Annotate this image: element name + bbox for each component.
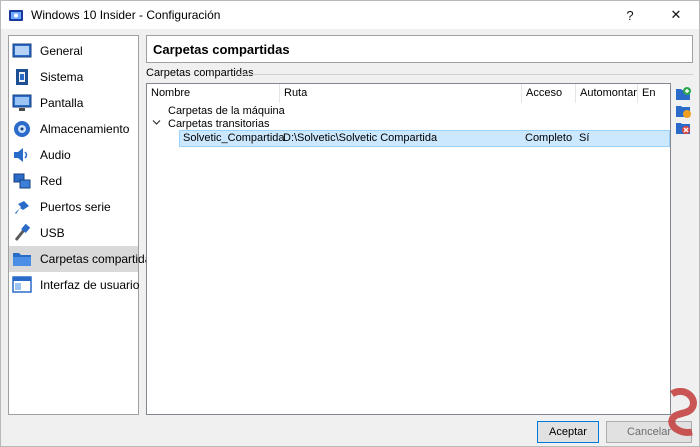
usb-icon	[14, 224, 31, 241]
serial-port-icon	[15, 201, 29, 214]
sidebar-item-almacenamiento[interactable]: Almacenamiento	[9, 116, 138, 142]
sidebar-item-label: Audio	[40, 148, 71, 162]
tree-group-machine[interactable]: Carpetas de la máquina	[168, 105, 285, 117]
sidebar-item-label: USB	[40, 226, 65, 240]
watermark-logo	[668, 388, 697, 436]
row-access: Completo	[525, 132, 573, 144]
display-monitor-icon	[12, 94, 32, 111]
edit-shared-folder-icon[interactable]	[675, 103, 691, 119]
network-icon	[13, 173, 31, 189]
sidebar-item-audio[interactable]: Audio	[9, 142, 138, 168]
sidebar-item-carpetas-compartidas[interactable]: Carpetas compartidas	[9, 246, 157, 272]
column-header-ruta[interactable]: Ruta	[280, 84, 522, 103]
column-header-en[interactable]: En	[638, 84, 670, 103]
page-header: Carpetas compartidas	[146, 35, 693, 63]
chevron-down-icon[interactable]	[152, 118, 161, 127]
sidebar-item-puertos-serie[interactable]: Puertos serie	[9, 194, 138, 220]
row-name: Solvetic_Compartida	[183, 132, 285, 144]
sidebar-item-label: Carpetas compartidas	[40, 252, 158, 266]
settings-window: Windows 10 Insider - Configuración ? ✕ G…	[0, 0, 700, 447]
remove-shared-folder-icon[interactable]	[675, 120, 691, 136]
close-button[interactable]: ✕	[653, 1, 699, 29]
sidebar-item-label: Pantalla	[40, 96, 84, 110]
group-label: Carpetas compartidas	[146, 67, 257, 79]
sidebar-item-label: Almacenamiento	[40, 122, 130, 136]
user-interface-icon	[12, 276, 32, 293]
page-title: Carpetas compartidas	[153, 42, 290, 57]
row-automount: Sí	[579, 132, 590, 144]
system-chip-icon	[16, 69, 28, 85]
column-header-nombre[interactable]: Nombre	[147, 84, 280, 103]
column-header-automontar[interactable]: Automontar	[576, 84, 638, 103]
folder-icon	[13, 253, 31, 266]
sidebar-item-pantalla[interactable]: Pantalla	[9, 90, 138, 116]
title-bar: Windows 10 Insider - Configuración ? ✕	[1, 1, 699, 29]
sidebar-item-label: Interfaz de usuario	[40, 278, 140, 292]
sidebar-item-general[interactable]: General	[9, 38, 138, 64]
sidebar-item-label: General	[40, 44, 83, 58]
sidebar-item-sistema[interactable]: Sistema	[9, 64, 138, 90]
add-shared-folder-icon[interactable]	[675, 86, 691, 102]
column-header-acceso[interactable]: Acceso	[522, 84, 576, 103]
sidebar-item-red[interactable]: Red	[9, 168, 138, 194]
tree-group-transient[interactable]: Carpetas transitorias	[168, 118, 270, 130]
speaker-icon	[14, 148, 28, 162]
storage-disk-icon	[14, 121, 30, 137]
help-button[interactable]: ?	[607, 1, 653, 29]
shared-folders-table[interactable]: Nombre Ruta Acceso Automontar En Carpeta…	[146, 83, 671, 415]
row-path: D:\Solvetic\Solvetic Compartida	[283, 132, 438, 144]
window-title: Windows 10 Insider - Configuración	[31, 8, 221, 22]
sidebar-item-label: Puertos serie	[40, 200, 111, 214]
ok-button[interactable]: Aceptar	[537, 421, 599, 443]
sidebar-item-label: Red	[40, 174, 63, 188]
sidebar-item-usb[interactable]: USB	[9, 220, 138, 246]
settings-sidebar: General Sistema Pantalla Almacenamiento …	[8, 35, 157, 415]
sidebar-item-interfaz-de-usuario[interactable]: Interfaz de usuario	[9, 272, 140, 298]
general-icon	[12, 43, 32, 58]
virtualbox-app-icon	[9, 10, 23, 21]
sidebar-item-label: Sistema	[40, 70, 84, 84]
group-divider	[237, 74, 693, 75]
